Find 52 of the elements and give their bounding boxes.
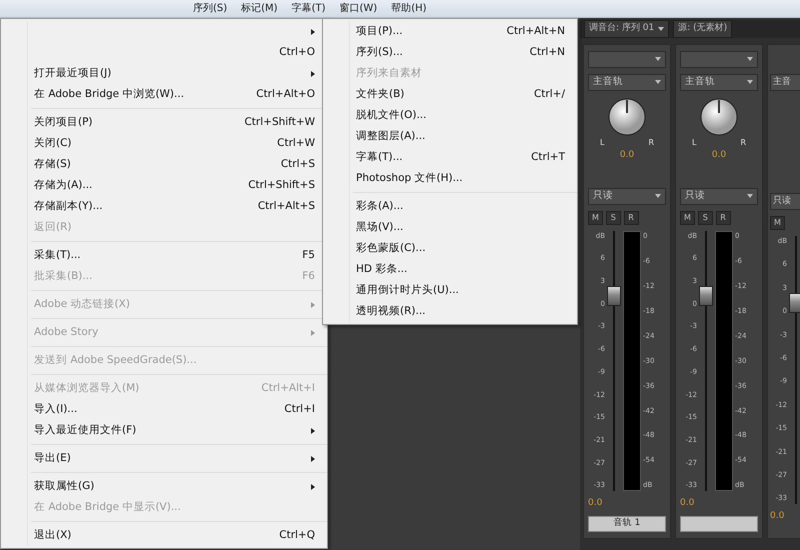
- fader-handle[interactable]: [789, 293, 800, 313]
- output-dropdown[interactable]: 主音轨: [680, 74, 758, 91]
- track-toggle-button[interactable]: M: [588, 210, 603, 225]
- pan-value[interactable]: 0.0: [712, 148, 726, 162]
- output-dropdown[interactable]: 主音: [770, 74, 800, 91]
- menu-bar-item[interactable]: 序列(S): [186, 0, 234, 17]
- menu-item[interactable]: 导入(I)... Ctrl+I: [1, 399, 327, 420]
- pan-value[interactable]: 0.0: [620, 148, 634, 162]
- menu-item[interactable]: 项目(P)... Ctrl+Alt+N: [323, 21, 577, 42]
- menu-item[interactable]: 字幕(T)... Ctrl+T: [323, 147, 577, 168]
- pan-knob[interactable]: [607, 96, 647, 137]
- menu-item[interactable]: 彩条(A)...: [323, 196, 577, 217]
- menu-item[interactable]: Photoshop 文件(H)...: [323, 168, 577, 189]
- pan-left-label: L: [692, 136, 696, 149]
- volume-value[interactable]: 0.0: [680, 496, 758, 510]
- source-dropdown[interactable]: 源: (无素材): [673, 20, 732, 38]
- track-toggle-button[interactable]: M: [770, 216, 785, 230]
- menu-item[interactable]: HD 彩条...: [323, 259, 577, 280]
- fader-handle[interactable]: [699, 286, 713, 306]
- volume-value[interactable]: 0.0: [588, 496, 666, 510]
- automation-dropdown[interactable]: 只读: [770, 193, 800, 210]
- pan-knob[interactable]: [699, 96, 739, 137]
- menu-item[interactable]: 文件夹(B) Ctrl+/: [323, 84, 577, 105]
- track-toggle-button[interactable]: R: [716, 210, 730, 225]
- mixer-title-dropdown[interactable]: 调音台: 序列 01: [584, 20, 670, 38]
- automation-dropdown[interactable]: 只读: [588, 188, 666, 205]
- pan-right-label: R: [740, 136, 746, 149]
- menu-bar-item[interactable]: 字幕(T): [284, 0, 333, 17]
- output-dropdown[interactable]: 主音轨: [588, 74, 666, 91]
- menu-item[interactable]: 退出(X) Ctrl+Q: [1, 525, 327, 546]
- fader-handle[interactable]: [607, 286, 621, 306]
- pan-right-label: R: [648, 136, 654, 149]
- menu-bar-item[interactable]: 帮助(H): [384, 0, 434, 17]
- track-name-button[interactable]: 音轨 1: [588, 516, 666, 532]
- menu-bar-item[interactable]: 窗口(W): [332, 0, 384, 17]
- menu-item[interactable]: 调整图层(A)...: [323, 126, 577, 147]
- track-name-button[interactable]: [680, 516, 758, 532]
- track-toggle-button[interactable]: S: [698, 210, 713, 225]
- menu-item[interactable]: 导出(E): [1, 448, 327, 469]
- track-toggle-button[interactable]: M: [680, 210, 695, 225]
- menu-item[interactable]: 导入最近使用文件(F): [1, 420, 327, 441]
- menu-item[interactable]: 序列(S)... Ctrl+N: [323, 42, 577, 63]
- pan-left-label: L: [600, 136, 604, 149]
- menu-item[interactable]: 彩色蒙版(C)...: [323, 238, 577, 259]
- track-toggle-button[interactable]: S: [606, 210, 621, 225]
- menu-item[interactable]: 脱机文件(O)...: [323, 105, 577, 126]
- automation-dropdown[interactable]: 只读: [680, 188, 758, 205]
- menu-item[interactable]: 黑场(V)...: [323, 217, 577, 238]
- volume-value[interactable]: 0.0: [770, 510, 800, 524]
- track-toggle-button[interactable]: R: [624, 210, 638, 225]
- menu-bar-item[interactable]: 标记(M): [234, 0, 285, 17]
- menu-item[interactable]: 获取属性(G): [1, 476, 327, 497]
